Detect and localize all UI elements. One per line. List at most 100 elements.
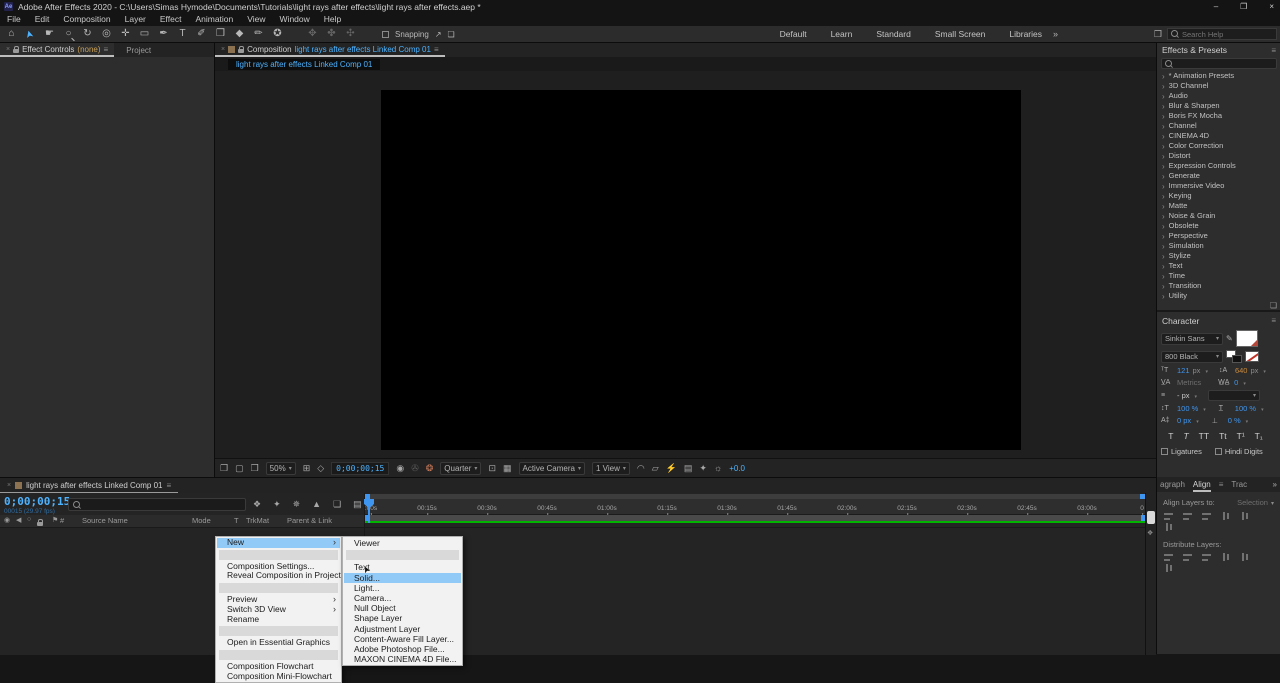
timeline-search-box[interactable] [68, 498, 246, 511]
effects-category[interactable]: Obsolete [1157, 220, 1280, 230]
hindi-digits-checkbox[interactable] [1214, 448, 1222, 455]
home-tool[interactable]: ⌂ [6, 26, 17, 42]
effects-category[interactable]: CINEMA 4D [1157, 130, 1280, 140]
effects-category[interactable]: Transition [1157, 280, 1280, 290]
tab-effect-controls[interactable]: Effect Controls (none) [0, 43, 115, 57]
fast-previews-icon[interactable] [666, 463, 677, 474]
brush-tool[interactable]: ✐ [196, 26, 207, 42]
puppet-pin-tool[interactable]: ✪ [272, 26, 283, 42]
always-preview-icon[interactable] [220, 463, 228, 474]
panel-menu-icon[interactable] [104, 45, 109, 54]
navigator-handle[interactable] [1147, 511, 1155, 524]
context-menu-item[interactable] [219, 583, 338, 593]
show-channels-icon[interactable] [426, 463, 434, 474]
comp-marker-icon[interactable] [1147, 529, 1153, 537]
show-snapshot-icon[interactable] [411, 463, 419, 474]
horizontal-scale-spinner[interactable] [1259, 404, 1264, 413]
camera-tool[interactable]: ◎ [101, 26, 112, 42]
context-menu-item[interactable] [219, 649, 338, 660]
region-of-interest-icon[interactable] [488, 463, 496, 474]
workspace-tab[interactable]: Standard [876, 29, 911, 39]
axis-mode-world-icon[interactable]: ✤ [326, 26, 337, 42]
mask-visibility-icon[interactable] [317, 463, 324, 474]
graph-editor-icon[interactable]: ▤ [353, 499, 362, 510]
submenu-item[interactable]: Camera... [344, 593, 461, 603]
fill-color-swatch[interactable] [1235, 330, 1258, 347]
frame-blending-icon[interactable]: ▲ [312, 499, 321, 510]
clone-stamp-tool[interactable]: ❒ [215, 26, 226, 42]
workspace-overflow-icon[interactable] [1053, 29, 1058, 39]
comp-mini-flowchart-icon[interactable]: ❖ [253, 499, 261, 510]
tsume-value[interactable]: 0 % [1228, 416, 1241, 425]
leading-value[interactable]: 640 [1235, 366, 1248, 375]
submenu-item[interactable]: Content-Aware Fill Layer... [344, 634, 461, 644]
align-left-button[interactable] [1163, 512, 1176, 521]
grid-guides-icon[interactable] [303, 463, 311, 474]
all-caps-button[interactable]: TT [1199, 431, 1209, 441]
vr-view-icon[interactable] [637, 463, 645, 474]
submenu-item[interactable]: Null Object [344, 603, 461, 613]
snapping-checkbox[interactable] [382, 30, 389, 38]
close-tab-icon[interactable] [7, 482, 11, 489]
panel-menu-icon[interactable] [166, 481, 171, 490]
axis-mode-view-icon[interactable]: ✣ [345, 26, 356, 42]
stroke-width-value[interactable]: - px [1177, 391, 1190, 400]
context-menu-item[interactable] [219, 626, 338, 637]
tab-overflow-icon[interactable] [1273, 480, 1277, 489]
context-menu-item[interactable]: Rename [217, 614, 340, 625]
layer-list-area[interactable] [0, 527, 1156, 655]
timeline-tab[interactable]: light rays after effects Linked Comp 01 [0, 478, 179, 493]
align-bottom-button[interactable] [1163, 523, 1176, 532]
mercury-transmit-icon[interactable] [251, 463, 259, 474]
panel-menu-icon[interactable] [1271, 46, 1276, 55]
timeline-button-icon[interactable] [684, 463, 693, 474]
context-menu-item[interactable]: Reveal Composition in Project [217, 571, 341, 581]
camera-select[interactable]: Active Camera [518, 461, 585, 475]
motion-blur-icon[interactable]: ❏ [333, 499, 341, 510]
current-timecode[interactable]: 0;00;00;15 [4, 495, 70, 508]
video-monitor-icon[interactable] [235, 463, 244, 474]
stroke-width-spinner[interactable] [1193, 391, 1198, 400]
effects-category[interactable]: Channel [1157, 120, 1280, 130]
transparency-grid-icon[interactable] [503, 463, 512, 474]
menu-item[interactable]: Effect [153, 13, 189, 26]
align-right-button[interactable] [1201, 512, 1214, 521]
no-stroke-swatch[interactable] [1245, 351, 1259, 362]
pixel-aspect-icon[interactable] [652, 463, 659, 474]
lock-column-icon[interactable] [37, 519, 43, 526]
font-size-spinner[interactable] [1203, 366, 1208, 375]
menu-item[interactable]: Edit [28, 13, 57, 26]
effects-category[interactable]: Stylize [1157, 250, 1280, 260]
menu-item[interactable]: Layer [118, 13, 153, 26]
effects-category[interactable]: Blur & Sharpen [1157, 100, 1280, 110]
audio-icon[interactable] [16, 516, 21, 524]
workspace-switcher-icon[interactable] [1154, 29, 1162, 40]
effects-search-box[interactable] [1161, 58, 1277, 69]
close-tab-icon[interactable] [221, 46, 225, 53]
effects-category[interactable]: Color Correction [1157, 140, 1280, 150]
column-label[interactable]: T [234, 516, 239, 525]
align-center-h-button[interactable] [1182, 512, 1195, 521]
submenu-item[interactable] [346, 550, 459, 561]
resolution-select[interactable]: Quarter [440, 461, 482, 475]
effects-category[interactable]: Expression Controls [1157, 160, 1280, 170]
composition-viewport[interactable] [381, 90, 1021, 450]
distribute-right-button[interactable] [1163, 564, 1176, 573]
submenu-item[interactable]: Shape Layer [344, 613, 461, 623]
effects-category[interactable]: Matte [1157, 200, 1280, 210]
submenu-item[interactable]: Adjustment Layer [344, 624, 461, 634]
font-style-select[interactable]: 800 Black [1161, 350, 1223, 363]
minimize-button[interactable]: – [1214, 2, 1218, 11]
close-tab-icon[interactable] [6, 46, 10, 53]
submenu-item[interactable]: Viewer [344, 538, 461, 548]
distribute-top-button[interactable] [1163, 553, 1176, 562]
menu-item[interactable]: File [0, 13, 28, 26]
menu-item[interactable]: Window [273, 13, 317, 26]
effects-category[interactable]: Simulation [1157, 240, 1280, 250]
column-label[interactable]: Mode [192, 516, 211, 525]
new-preset-icon[interactable] [1270, 301, 1277, 310]
tracking-value[interactable]: 0 [1234, 378, 1238, 387]
draft-3d-icon[interactable]: ✦ [273, 499, 281, 510]
effects-category[interactable]: 3D Channel [1157, 80, 1280, 90]
workspace-tab[interactable]: Default [780, 29, 807, 39]
